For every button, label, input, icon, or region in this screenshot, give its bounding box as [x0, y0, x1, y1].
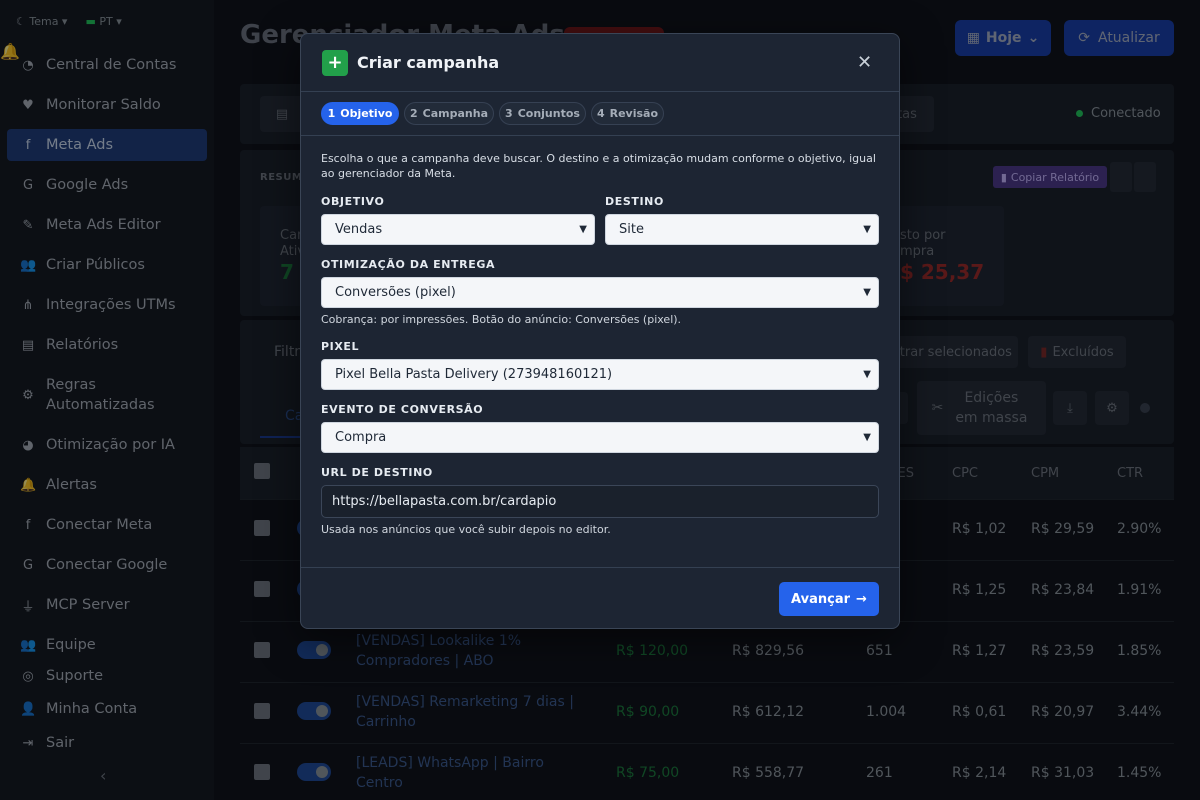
- optimization-value: Conversões (pixel): [335, 285, 456, 300]
- modal-footer: Avançar →: [301, 567, 899, 628]
- step-label: Campanha: [422, 107, 488, 120]
- pixel-label: PIXEL: [321, 340, 360, 353]
- arrow-right-icon: →: [856, 591, 867, 607]
- step-label: Objetivo: [340, 107, 393, 120]
- objective-select[interactable]: Vendas ▼: [321, 214, 595, 245]
- wizard-steps: 1 Objetivo 2 Campanha 3 Conjuntos 4 Revisão: [301, 92, 899, 136]
- step-label: Conjuntos: [517, 107, 580, 120]
- chevron-down-icon: ▼: [863, 224, 871, 235]
- conversion-event-select[interactable]: Compra ▼: [321, 422, 879, 453]
- close-icon[interactable]: ✕: [857, 52, 872, 73]
- modal-header: + Criar campanha ✕: [301, 34, 899, 92]
- step-number: 1: [327, 107, 336, 120]
- chevron-down-icon: ▼: [579, 224, 587, 235]
- destination-url-input[interactable]: https://bellapasta.com.br/cardapio: [321, 485, 879, 518]
- optimization-label: OTIMIZAÇÃO DA ENTREGA: [321, 258, 496, 271]
- destination-url-value: https://bellapasta.com.br/cardapio: [332, 494, 557, 509]
- step-label: Revisão: [609, 107, 659, 120]
- optimization-help: Cobrança: por impressões. Botão do anúnc…: [321, 313, 682, 326]
- objective-label: OBJETIVO: [321, 195, 385, 208]
- step-number: 2: [410, 107, 418, 120]
- pixel-select[interactable]: Pixel Bella Pasta Delivery (273948160121…: [321, 359, 879, 390]
- destination-url-label: URL DE DESTINO: [321, 466, 433, 479]
- step-review[interactable]: 4 Revisão: [591, 102, 664, 125]
- conversion-event-label: EVENTO DE CONVERSÃO: [321, 403, 484, 416]
- chevron-down-icon: ▼: [863, 369, 871, 380]
- create-campaign-modal: + Criar campanha ✕ 1 Objetivo 2 Campanha 3…: [300, 33, 900, 629]
- next-button[interactable]: Avançar →: [779, 582, 879, 616]
- step-number: 4: [596, 107, 605, 120]
- pixel-value: Pixel Bella Pasta Delivery (273948160121…: [335, 367, 613, 382]
- destination-value: Site: [619, 222, 644, 237]
- next-label: Avançar: [791, 591, 851, 607]
- intro-text: Escolha o que a campanha deve buscar. O …: [321, 152, 876, 180]
- step-campaign[interactable]: 2 Campanha: [404, 102, 494, 125]
- step-objective[interactable]: 1 Objetivo: [321, 102, 399, 125]
- objective-value: Vendas: [335, 222, 383, 237]
- conversion-event-value: Compra: [335, 430, 387, 445]
- plus-icon: +: [322, 50, 348, 76]
- destination-select[interactable]: Site ▼: [605, 214, 879, 245]
- step-number: 3: [505, 107, 513, 120]
- optimization-select[interactable]: Conversões (pixel) ▼: [321, 277, 879, 308]
- chevron-down-icon: ▼: [863, 432, 871, 443]
- modal-title: Criar campanha: [357, 53, 500, 72]
- destination-url-help: Usada nos anúncios que você subir depois…: [321, 523, 611, 536]
- step-adsets[interactable]: 3 Conjuntos: [499, 102, 586, 125]
- chevron-down-icon: ▼: [863, 287, 871, 298]
- destination-label: DESTINO: [605, 195, 664, 208]
